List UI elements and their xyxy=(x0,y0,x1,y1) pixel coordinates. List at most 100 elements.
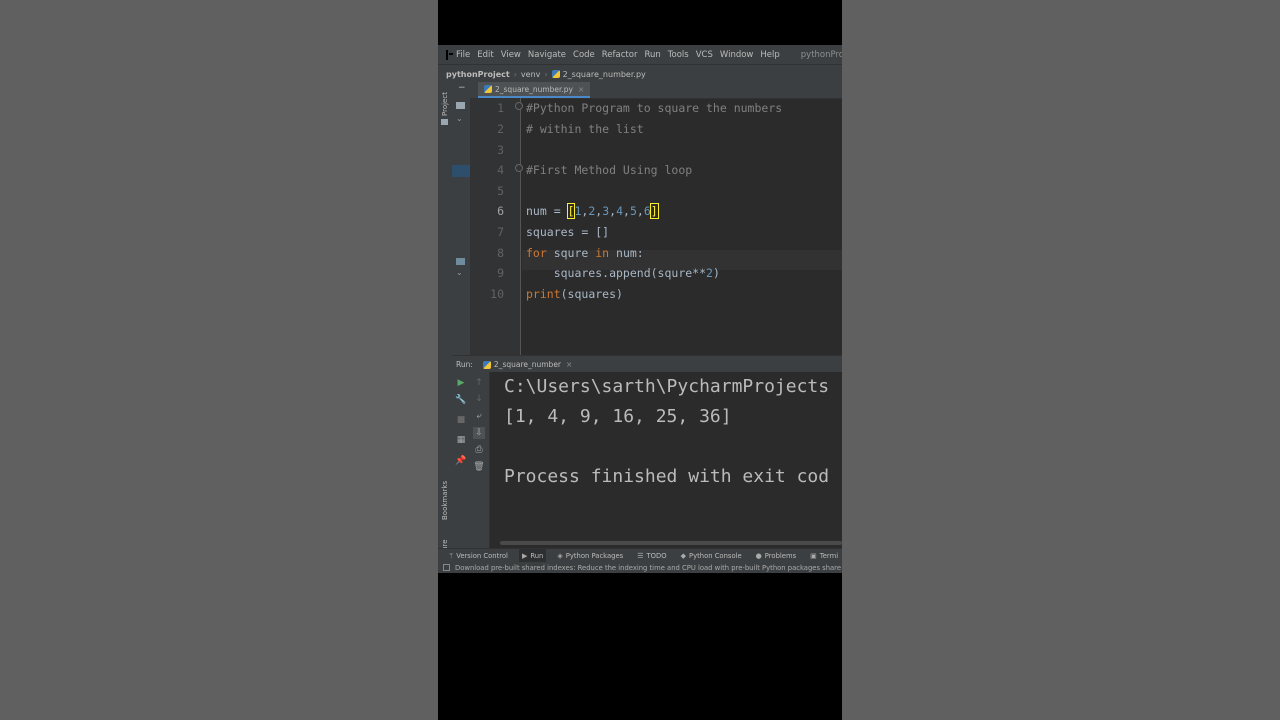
left-blur-background xyxy=(0,0,438,720)
chevron-down-icon[interactable]: ⌄ xyxy=(456,114,463,123)
menu-refactor[interactable]: Refactor xyxy=(602,50,638,60)
tab-label: Run xyxy=(530,552,544,560)
code-line-1: #Python Program to square the numbers xyxy=(526,101,783,115)
tab-problems[interactable]: ● Problems xyxy=(753,549,799,563)
left-tool-strip: Project Bookmarks Structure xyxy=(438,82,453,572)
line-number: 7 xyxy=(497,225,504,239)
scroll-position-marker xyxy=(452,165,470,177)
status-window-icon[interactable] xyxy=(443,564,450,571)
breadcrumb-file[interactable]: 2_square_number.py xyxy=(563,70,646,79)
line-number-current: 6 xyxy=(497,204,504,218)
scroll-to-end-icon[interactable]: ⇩ xyxy=(473,427,485,439)
menu-file[interactable]: File xyxy=(456,50,470,60)
wrench-icon[interactable]: 🔧 xyxy=(455,394,467,406)
close-icon[interactable]: × xyxy=(566,360,572,369)
status-bar: Download pre-built shared indexes: Reduc… xyxy=(438,562,842,573)
code-token: , xyxy=(623,204,630,218)
tab-todo[interactable]: ☰ TODO xyxy=(634,549,669,563)
breadcrumb-project[interactable]: pythonProject xyxy=(446,70,510,79)
soft-wrap-icon[interactable]: ⤶ xyxy=(473,410,485,422)
line-number: 10 xyxy=(490,287,504,301)
tab-run-config[interactable]: 2_square_number × xyxy=(482,360,572,369)
line-number: 8 xyxy=(497,246,504,260)
python-icon: ◆ xyxy=(680,552,686,560)
menu-help[interactable]: Help xyxy=(760,50,779,60)
line-number: 2 xyxy=(497,122,504,136)
breadcrumb-separator: › xyxy=(513,69,517,79)
code-line-4: #First Method Using loop xyxy=(526,163,693,177)
run-console-output[interactable]: C:\Users\sarth\PycharmProjects [1, 4, 9,… xyxy=(490,372,842,538)
bookmarks-tool-label[interactable]: Bookmarks xyxy=(441,481,449,520)
code-line-8: for squre in num: xyxy=(526,246,644,260)
tab-python-console[interactable]: ◆ Python Console xyxy=(678,549,745,563)
scrollbar-thumb[interactable] xyxy=(500,541,842,545)
menu-run[interactable]: Run xyxy=(644,50,660,60)
close-icon[interactable]: × xyxy=(578,85,584,94)
layout-icon[interactable]: ▦ xyxy=(455,434,467,446)
code-token: 5 xyxy=(629,204,637,218)
python-file-icon xyxy=(551,70,560,78)
pin-icon[interactable]: 📌 xyxy=(455,455,467,467)
arrow-down-icon[interactable]: ↓ xyxy=(473,393,485,405)
minus-icon[interactable]: − xyxy=(458,83,466,93)
code-editor[interactable]: #Python Program to square the numbers # … xyxy=(522,98,842,355)
console-line: C:\Users\sarth\PycharmProjects xyxy=(504,376,830,397)
menu-tools[interactable]: Tools xyxy=(668,50,689,60)
project-tool-label[interactable]: Project xyxy=(441,92,449,116)
project-panel-collapsed: ⌄ ⌄ xyxy=(452,82,470,355)
print-icon[interactable]: ⎙ xyxy=(473,444,485,456)
trash-icon[interactable]: 🗑 xyxy=(473,461,485,473)
tab-version-control[interactable]: ᛘ Version Control xyxy=(446,549,511,563)
menu-window[interactable]: Window xyxy=(720,50,754,60)
menu-code[interactable]: Code xyxy=(573,50,595,60)
menu-view[interactable]: View xyxy=(501,50,521,60)
window-title: pythonProject - C:\ xyxy=(800,49,842,60)
breadcrumb: pythonProject › venv › 2_square_number.p… xyxy=(438,64,842,83)
chevron-down-icon[interactable]: ⌄ xyxy=(456,268,463,277)
breadcrumb-folder[interactable]: venv xyxy=(521,70,540,79)
list-icon: ☰ xyxy=(637,552,644,560)
tab-label: Python Packages xyxy=(565,552,624,560)
branch-icon: ᛘ xyxy=(449,552,454,560)
run-panel-header: Run: 2_square_number × xyxy=(452,355,842,373)
horizontal-scrollbar[interactable] xyxy=(490,538,842,548)
code-token: squares.append(squre** xyxy=(526,266,707,280)
info-icon: ● xyxy=(755,552,762,560)
code-token: num = xyxy=(526,204,568,218)
line-number: 5 xyxy=(497,184,504,198)
tab-label: Version Control xyxy=(456,552,508,560)
code-line-9: squares.append(squre**2) xyxy=(526,266,720,280)
menu-vcs[interactable]: VCS xyxy=(696,50,713,60)
code-token: (squares) xyxy=(560,287,623,301)
tab-python-packages[interactable]: ◈ Python Packages xyxy=(554,549,626,563)
line-number: 9 xyxy=(497,266,504,280)
layers-icon: ◈ xyxy=(557,552,563,560)
menu-edit[interactable]: Edit xyxy=(477,50,493,60)
code-line-2: # within the list xyxy=(526,122,644,136)
code-keyword: for xyxy=(526,246,547,260)
menu-navigate[interactable]: Navigate xyxy=(528,50,566,60)
tab-label: Python Console xyxy=(688,552,742,560)
status-message[interactable]: Download pre-built shared indexes: Reduc… xyxy=(455,564,841,572)
tab-2-square-number[interactable]: 2_square_number.py × xyxy=(478,82,591,98)
code-token: squre xyxy=(546,246,596,260)
arrow-up-icon[interactable]: ↑ xyxy=(473,377,485,389)
code-line-10: print(squares) xyxy=(526,287,623,301)
code-line-6: num = [1,2,3,4,5,6] xyxy=(526,203,659,219)
pycharm-logo-icon xyxy=(446,49,453,60)
rerun-icon[interactable]: ▶ xyxy=(455,377,467,389)
stop-icon[interactable]: ■ xyxy=(455,414,467,426)
tab-label: Problems xyxy=(764,552,797,560)
breadcrumb-separator: › xyxy=(544,69,548,79)
library-icon xyxy=(456,258,465,265)
tab-run[interactable]: ▶ Run xyxy=(518,549,547,563)
right-blur-background xyxy=(842,0,1280,720)
bottom-tool-window-bar: ᛘ Version Control ▶ Run ◈ Python Packages ☰… xyxy=(438,548,842,563)
tab-label: Termi xyxy=(819,552,839,560)
tab-label: 2_square_number.py xyxy=(495,84,573,94)
tab-terminal[interactable]: ▣ Termi xyxy=(807,549,841,563)
code-token: num: xyxy=(609,246,644,260)
terminal-icon: ▣ xyxy=(810,552,817,560)
line-number: 3 xyxy=(497,143,504,157)
console-line: Process finished with exit cod xyxy=(504,466,830,487)
